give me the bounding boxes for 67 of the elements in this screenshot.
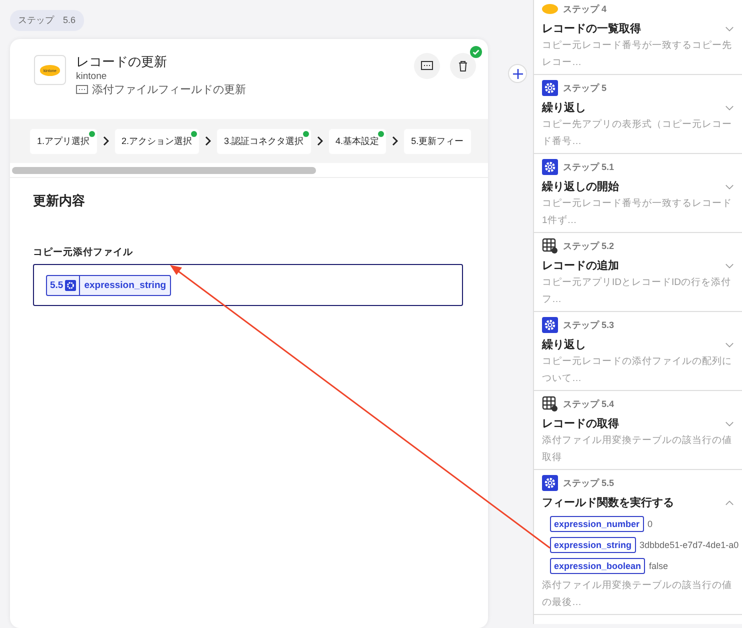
step-description: コピー先アプリの表形式（コピー元レコード番号… <box>542 118 733 149</box>
scrollbar-thumb[interactable] <box>12 166 316 174</box>
step-description: 添付ファイル用変換テーブルの該当行の値の最後… <box>542 579 733 610</box>
step-label: ステップ 5.5 <box>563 476 614 490</box>
gear-icon <box>542 317 558 333</box>
output-variable-token[interactable]: expression_string <box>550 537 636 553</box>
plus-icon <box>512 68 522 78</box>
chevron-down-icon[interactable] <box>725 342 734 348</box>
step-description: コピー元アプリIDとレコードIDの行を添付フ… <box>542 276 732 307</box>
output-variable-token[interactable]: expression_number <box>550 516 644 532</box>
trash-icon <box>458 60 468 72</box>
output-value: 0 <box>648 519 653 529</box>
kintone-logo-icon <box>542 4 558 14</box>
output-value: false <box>649 561 668 571</box>
step-label: ステップ 5.4 <box>563 398 614 410</box>
field-label: コピー元添付ファイル <box>33 246 133 259</box>
step-label: ステップ 5 <box>563 82 607 94</box>
chevron-down-icon[interactable] <box>725 26 734 32</box>
table-icon <box>542 238 558 254</box>
input-field[interactable]: 5.5 expression_string <box>33 264 463 306</box>
step-description: コピー元レコード番号が一致するレコード1件ず… <box>542 197 733 228</box>
step-label: ステップ 5.3 <box>563 318 614 332</box>
wizard-tab[interactable]: 1.アプリ選択 <box>30 128 97 154</box>
gear-icon <box>65 280 76 290</box>
step-title[interactable]: 繰り返し <box>542 100 586 115</box>
output-variable-token[interactable]: expression_boolean <box>550 558 646 574</box>
gear-icon <box>542 475 558 491</box>
variable-token[interactable]: 5.5 expression_string <box>46 274 172 296</box>
chevron-down-icon[interactable] <box>725 420 734 426</box>
wizard-tab[interactable]: 4.基本設定 <box>328 128 386 154</box>
comment-icon <box>76 84 88 94</box>
step-label: ステップ 5.2 <box>563 240 614 252</box>
wizard-tab[interactable]: 2.アクション選択 <box>114 128 200 154</box>
chevron-right-icon <box>316 136 323 146</box>
step-title[interactable]: 繰り返し <box>542 337 586 352</box>
memo-text: 添付ファイルフィールドの更新 <box>92 82 246 97</box>
wizard-tab[interactable]: 3.認証コネクタ選択 <box>217 128 311 154</box>
output-value: 3dbbde51-e7d7-4de1-a0 <box>640 540 739 550</box>
chevron-down-icon[interactable] <box>725 184 734 190</box>
step-title[interactable]: フィールド関数を実行する <box>542 495 674 510</box>
chevron-down-icon[interactable] <box>725 104 734 110</box>
add-step-button[interactable] <box>508 64 527 83</box>
step-description: コピー元レコード番号が一致するコピー先レコー… <box>542 39 733 70</box>
step-label: ステップ 4 <box>563 2 607 16</box>
chevron-right-icon <box>102 136 109 146</box>
step-badge: ステップ 5.6 <box>10 10 84 31</box>
step-title[interactable]: レコードの一覧取得 <box>542 21 641 36</box>
gear-icon <box>542 159 558 175</box>
comment-icon <box>421 61 433 71</box>
chevron-right-icon <box>392 136 398 146</box>
step-description: 添付ファイル用変換テーブルの該当行の値取得 <box>542 434 733 465</box>
step-title[interactable]: レコードの追加 <box>542 258 619 273</box>
step-title[interactable]: 繰り返しの開始 <box>542 179 619 194</box>
step-title[interactable]: レコードの取得 <box>542 416 619 431</box>
gear-icon <box>542 80 558 96</box>
app-name: kintone <box>76 71 108 82</box>
step-description: コピー元レコードの添付ファイルの配列について… <box>542 355 733 386</box>
comment-button[interactable] <box>414 53 440 79</box>
wizard-tab[interactable]: 5.更新フィー <box>404 128 471 154</box>
step-label: ステップ 5.1 <box>563 160 614 174</box>
card-title: レコードの更新 <box>76 53 168 71</box>
table-icon <box>542 396 558 412</box>
section-title: 更新内容 <box>33 192 85 210</box>
chevron-up-icon[interactable] <box>725 500 734 506</box>
delete-button[interactable] <box>450 53 476 79</box>
chevron-right-icon <box>205 136 212 146</box>
chevron-down-icon[interactable] <box>725 262 734 268</box>
